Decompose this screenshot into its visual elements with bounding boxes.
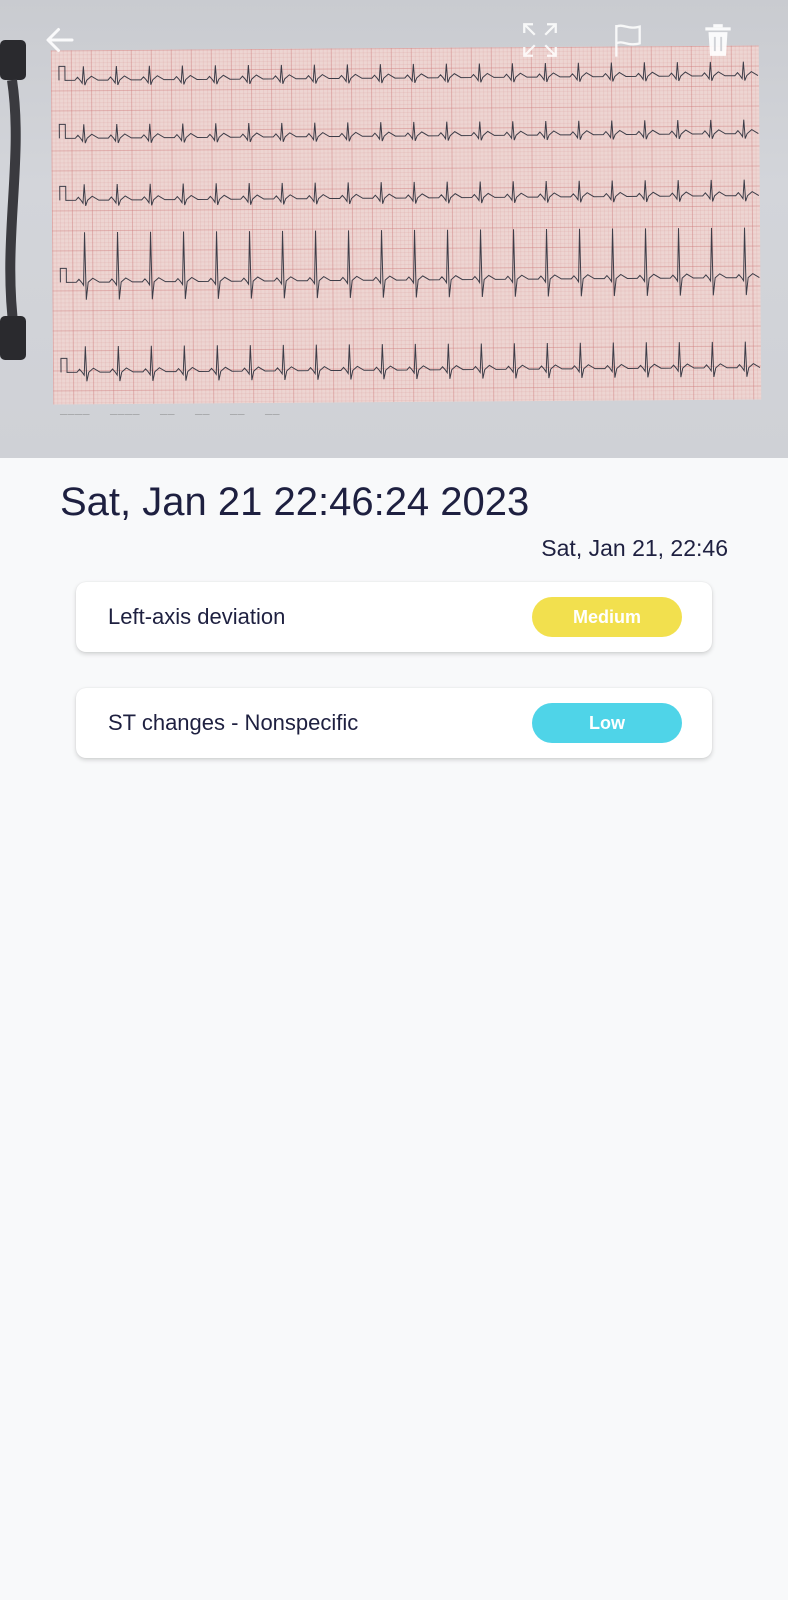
paper-footer: ———— ———— —— —— —— —— bbox=[60, 410, 280, 418]
trash-icon bbox=[705, 24, 731, 56]
finding-label: Left-axis deviation bbox=[108, 604, 286, 629]
ecg-trace-line bbox=[60, 341, 761, 382]
finding-label: ST changes - Nonspecific bbox=[108, 710, 359, 735]
ecg-paper bbox=[50, 45, 762, 405]
record-title: Sat, Jan 21 22:46:24 2023 bbox=[60, 480, 530, 524]
ecg-trace-line bbox=[58, 61, 759, 86]
back-button[interactable] bbox=[38, 18, 82, 62]
arrow-left-icon bbox=[46, 28, 74, 52]
delete-button[interactable] bbox=[696, 18, 740, 62]
flag-button[interactable] bbox=[606, 18, 650, 62]
finding-card[interactable]: Left-axis deviation Medium bbox=[76, 582, 712, 652]
record-short-date: Sat, Jan 21, 22:46 bbox=[541, 535, 728, 561]
flag-icon bbox=[615, 24, 641, 57]
ecg-traces bbox=[58, 61, 761, 382]
ecg-trace-line bbox=[59, 227, 760, 300]
ecg-photo[interactable]: ———— ———— —— —— —— —— bbox=[0, 0, 788, 458]
ecg-trace-line bbox=[59, 179, 760, 206]
clipboard-clip bbox=[0, 40, 26, 360]
fullscreen-button[interactable] bbox=[518, 18, 562, 62]
finding-card[interactable]: ST changes - Nonspecific Low bbox=[76, 688, 712, 758]
ecg-trace-line bbox=[58, 119, 759, 144]
fullscreen-icon bbox=[523, 23, 557, 57]
severity-badge: Low bbox=[532, 703, 682, 743]
severity-badge: Medium bbox=[532, 597, 682, 637]
